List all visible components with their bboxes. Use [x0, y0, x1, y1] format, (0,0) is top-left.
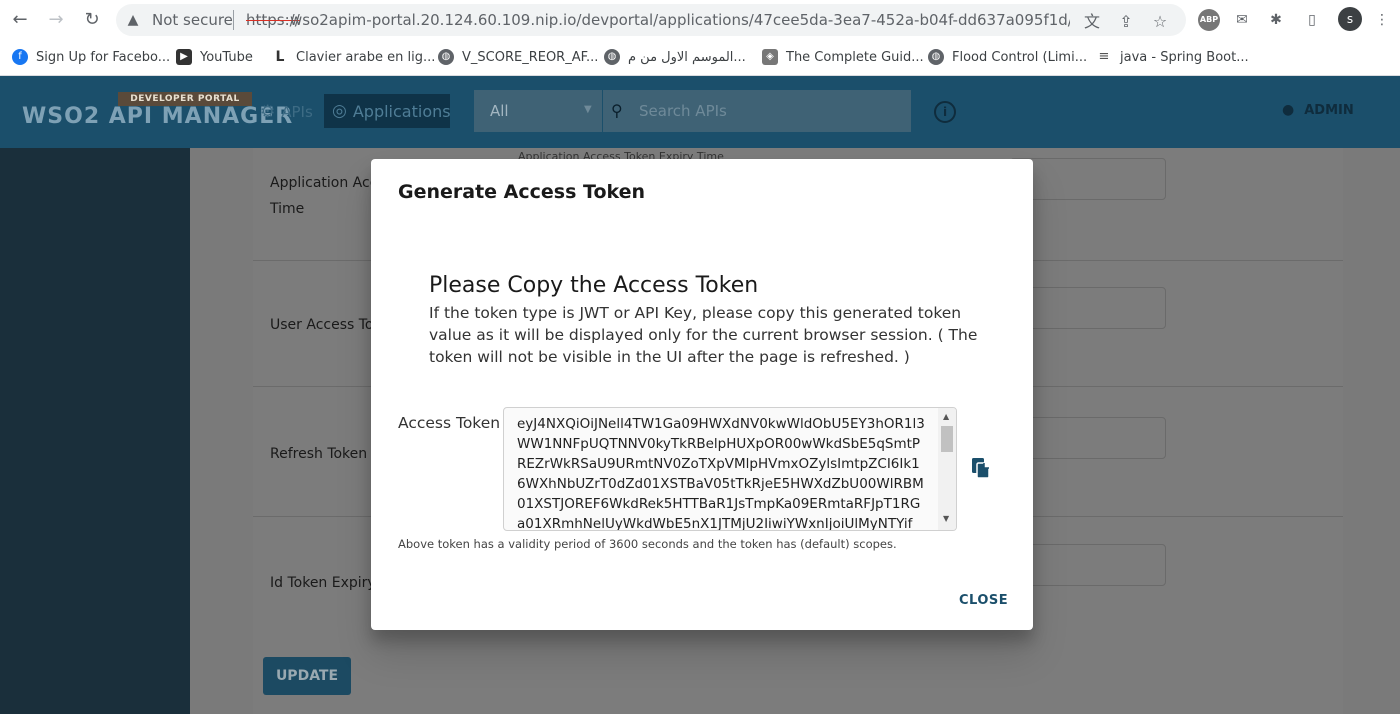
expiry-field[interactable]	[1010, 544, 1166, 586]
token-scrollbar[interactable]: ▲ ▼	[938, 408, 956, 530]
warning-triangle-icon[interactable]: ▲	[124, 11, 142, 29]
bookmark-label: YouTube	[200, 49, 253, 65]
stackoverflow-icon: ≡	[1098, 49, 1110, 64]
nav-apis[interactable]: ⚙ APIs	[260, 100, 313, 124]
url-separator	[233, 10, 234, 30]
forward-arrow-icon[interactable]: →	[44, 8, 68, 32]
bookmark-item[interactable]: ◍ الموسم الاول من م...	[604, 46, 746, 68]
search-scope-select[interactable]: All ▼	[474, 90, 602, 132]
copy-heading: Please Copy the Access Token	[429, 273, 759, 298]
facebook-icon: f	[12, 49, 28, 65]
youtube-icon: ▶	[176, 49, 192, 65]
bookmark-item[interactable]: f Sign Up for Facebo...	[12, 46, 170, 68]
address-bar[interactable]: ▲ Not secure https:// wso2apim-portal.20…	[116, 4, 1186, 36]
letter-l-icon: L	[275, 49, 285, 65]
bookmark-item[interactable]: ≡ java - Spring Boot...	[1096, 46, 1249, 68]
token-textarea[interactable]: eyJ4NXQiOiJNell4TW1Ga09HWXdNV0kwWldObU5E…	[503, 407, 957, 531]
nav-applications-label: Applications	[352, 101, 451, 121]
bookmark-label: Flood Control (Limi...	[952, 49, 1088, 65]
left-sidebar	[0, 148, 190, 714]
translate-icon[interactable]: 文	[1082, 12, 1102, 32]
scroll-down-icon[interactable]: ▼	[943, 514, 949, 523]
globe-icon: ◍	[928, 49, 944, 65]
bookmark-item[interactable]: ◍ Flood Control (Limi...	[928, 46, 1087, 68]
scrollbar-thumb[interactable]	[941, 426, 953, 452]
dialog-title: Generate Access Token	[398, 181, 646, 203]
nav-applications[interactable]: ◎ Applications	[324, 94, 451, 128]
search-scope-value: All	[490, 102, 509, 120]
bookmark-label: Sign Up for Facebo...	[36, 49, 171, 65]
bookmark-label: java - Spring Boot...	[1120, 49, 1249, 65]
expiry-field[interactable]	[1010, 287, 1166, 329]
menu-dots-icon[interactable]: ⋮	[1372, 10, 1392, 30]
bookmark-item[interactable]: ◍ V_SCORE_REOR_AF...	[438, 46, 598, 68]
share-icon[interactable]: ⇪	[1116, 12, 1136, 32]
star-icon[interactable]: ☆	[1150, 12, 1170, 32]
applications-icon: ◎	[332, 101, 347, 121]
security-status[interactable]: Not secure	[152, 11, 233, 29]
globe-icon: ◍	[438, 49, 454, 65]
url-text: wso2apim-portal.20.124.60.109.nip.io/dev…	[290, 11, 1070, 29]
expiry-field[interactable]	[1010, 158, 1166, 200]
back-arrow-icon[interactable]: ←	[8, 8, 32, 32]
user-label: ADMIN	[1304, 102, 1354, 118]
bookmark-label: The Complete Guid...	[786, 49, 924, 65]
bookmark-item[interactable]: L Clavier arabe en lig...	[272, 46, 436, 68]
mail-icon[interactable]: ✉	[1232, 10, 1252, 30]
field-label-line: Time	[270, 201, 305, 217]
logo-text: WSO2 API MANAGER	[22, 104, 294, 129]
guide-icon: ◈	[762, 49, 778, 65]
token-label: Access Token	[398, 414, 501, 432]
reload-icon[interactable]: ↻	[80, 8, 104, 32]
search-placeholder: Search APIs	[639, 102, 727, 120]
generate-token-dialog: Generate Access Token Please Copy the Ac…	[371, 159, 1033, 630]
nav-apis-label: APIs	[281, 103, 313, 121]
search-icon: ⚲	[611, 101, 623, 120]
chevron-down-icon: ▼	[584, 104, 592, 115]
browser-toolbar: ← → ↻ ▲ Not secure https:// wso2apim-por…	[0, 0, 1400, 40]
info-icon[interactable]: i	[934, 101, 956, 123]
bookmarks-bar: f Sign Up for Facebo... ▶ YouTube L Clavier…	[0, 40, 1400, 76]
side-panel-icon[interactable]: ▯	[1302, 10, 1322, 30]
bookmark-item[interactable]: ▶ YouTube	[176, 46, 253, 68]
gear-icon: ⚙	[260, 102, 276, 122]
bookmark-label: Clavier arabe en lig...	[296, 49, 436, 65]
adblock-icon[interactable]: ABP	[1198, 9, 1220, 31]
copy-description: If the token type is JWT or API Key, ple…	[429, 304, 978, 366]
field-label-line: Application Acce	[270, 175, 387, 191]
user-menu[interactable]: ● ADMIN	[1282, 102, 1354, 118]
extensions-icon[interactable]: ✱	[1266, 10, 1286, 30]
validity-text: Above token has a validity period of 360…	[398, 537, 897, 551]
bookmark-item[interactable]: ◈ The Complete Guid...	[762, 46, 924, 68]
profile-avatar[interactable]: s	[1338, 7, 1362, 31]
field-label: Application Acce Time	[270, 170, 386, 222]
close-button[interactable]: CLOSE	[959, 593, 1008, 608]
search-input[interactable]: ⚲ Search APIs	[603, 90, 911, 132]
globe-icon: ◍	[604, 49, 620, 65]
scroll-up-icon[interactable]: ▲	[943, 412, 949, 421]
update-button[interactable]: UPDATE	[263, 657, 351, 695]
expiry-field[interactable]	[1010, 417, 1166, 459]
token-value[interactable]: eyJ4NXQiOiJNell4TW1Ga09HWXdNV0kwWldObU5E…	[517, 414, 927, 530]
copy-icon[interactable]	[971, 457, 991, 479]
person-icon: ●	[1282, 102, 1295, 118]
bookmark-label: V_SCORE_REOR_AF...	[462, 49, 599, 65]
bookmark-label: الموسم الاول من م...	[628, 49, 746, 65]
